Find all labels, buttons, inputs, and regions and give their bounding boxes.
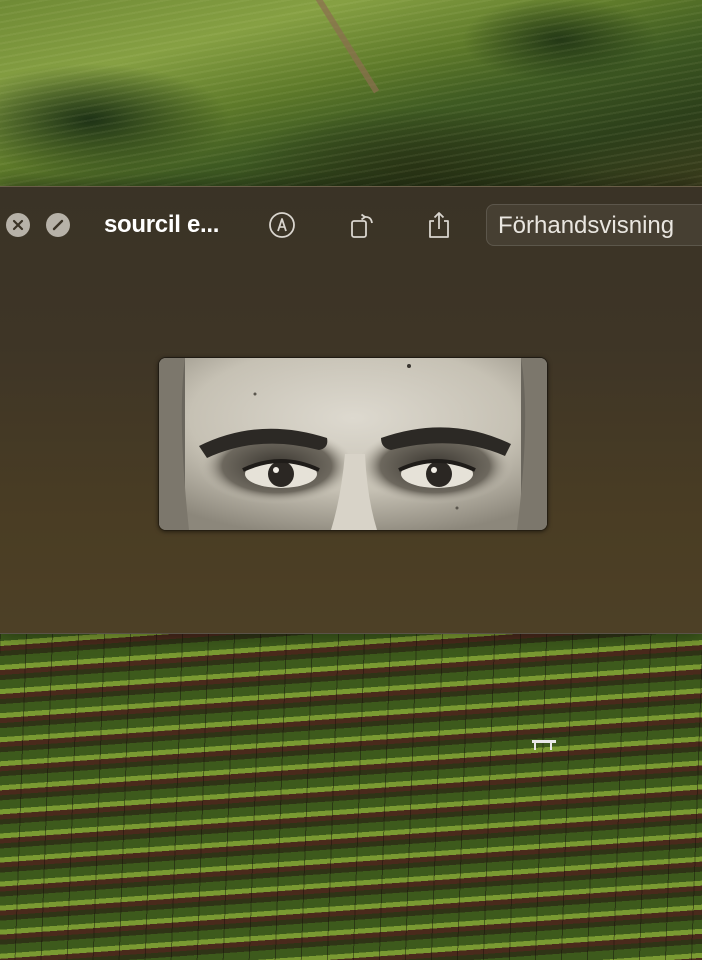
share-icon bbox=[429, 212, 449, 238]
preview-image bbox=[158, 357, 548, 531]
rotate-icon bbox=[351, 213, 373, 238]
rotate-button[interactable] bbox=[347, 209, 379, 241]
close-icon bbox=[12, 219, 24, 231]
slash-circle-icon bbox=[52, 219, 64, 231]
window-title: sourcil e... bbox=[104, 211, 220, 238]
quick-look-window: sourcil e... Förhandsvisning bbox=[0, 186, 702, 634]
desktop-wallpaper-bottom bbox=[0, 632, 702, 960]
close-button[interactable] bbox=[6, 213, 30, 237]
markup-pen-icon bbox=[269, 212, 295, 238]
markup-button[interactable] bbox=[266, 209, 298, 241]
desktop-wallpaper-top bbox=[0, 0, 702, 186]
share-button[interactable] bbox=[423, 209, 455, 241]
toolbar: sourcil e... Förhandsvisning bbox=[0, 187, 702, 261]
full-screen-button[interactable] bbox=[46, 213, 70, 237]
open-with-preview-button[interactable]: Förhandsvisning bbox=[486, 204, 702, 246]
